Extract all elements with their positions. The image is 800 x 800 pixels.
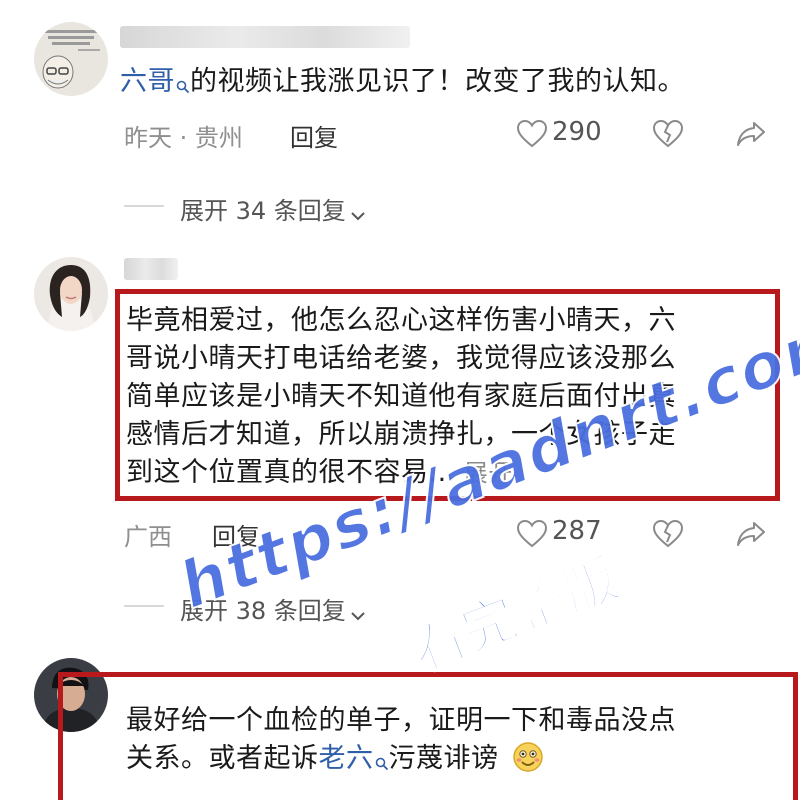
like-icon[interactable] xyxy=(516,518,548,550)
comment-3-line-2-prefix: 关系。或者起诉 xyxy=(126,743,319,774)
comment-3-line-2-suffix: 污蔑诽谤 xyxy=(388,743,499,774)
username-comment-2[interactable] xyxy=(124,258,178,280)
comment-1-meta: 昨天 · 贵州 xyxy=(124,124,243,152)
comment-3-line-1: 最好给一个血检的单子，证明一下和毒品没点 xyxy=(126,705,676,736)
like-count: 290 xyxy=(552,117,602,147)
like-icon[interactable] xyxy=(516,118,548,150)
comment-1-body: 的视频让我涨见识了！改变了我的认知。 xyxy=(190,66,685,97)
search-icon[interactable] xyxy=(375,744,389,771)
search-icon[interactable] xyxy=(176,67,190,94)
dislike-icon[interactable] xyxy=(652,118,684,150)
avatar-comment-1[interactable] xyxy=(34,22,108,96)
reply-button[interactable]: 回复 xyxy=(290,118,338,153)
dislike-icon[interactable] xyxy=(652,518,684,550)
user-mention-link[interactable]: 六哥 xyxy=(120,66,175,97)
divider xyxy=(124,205,164,207)
watermark-cta: 看完整版 xyxy=(402,546,628,684)
smile-emoji-icon xyxy=(512,741,544,773)
share-icon[interactable] xyxy=(735,118,767,150)
chevron-down-icon xyxy=(350,602,366,621)
expand-replies-label: 展开 34 条回复 xyxy=(180,197,346,225)
avatar-comment-2[interactable] xyxy=(34,257,108,331)
expand-replies-button[interactable]: 展开 34 条回复 xyxy=(180,191,366,226)
comment-3-text: 最好给一个血检的单子，证明一下和毒品没点 关系。或者起诉老六 污蔑诽谤 xyxy=(126,702,786,778)
chevron-down-icon xyxy=(350,202,366,221)
divider xyxy=(124,605,164,607)
share-icon[interactable] xyxy=(735,518,767,550)
comment-1-text: 六哥 的视频让我涨见识了！改变了我的认知。 xyxy=(120,63,685,101)
comment-2-line-1: 毕竟相爱过，他怎么忍心这样伤害小晴天，六 xyxy=(126,305,676,336)
username-comment-1[interactable] xyxy=(120,26,410,48)
user-mention-link[interactable]: 老六 xyxy=(319,743,374,774)
comment-2-meta: 广西 xyxy=(124,523,172,551)
